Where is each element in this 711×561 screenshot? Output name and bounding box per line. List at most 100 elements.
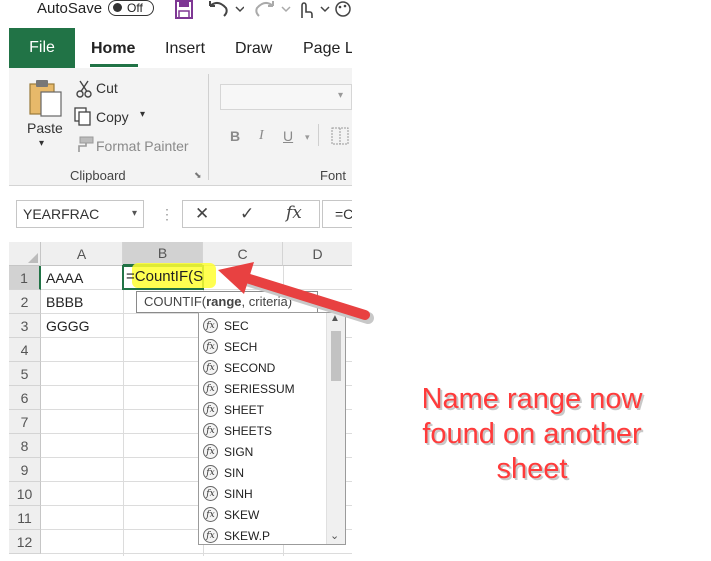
autocomplete-item-label: SIGN: [224, 444, 254, 459]
borders-icon[interactable]: [330, 127, 352, 145]
function-icon: fx: [203, 486, 218, 501]
bold-button[interactable]: B: [230, 128, 240, 144]
cell-b1-editing[interactable]: =CountIF(S: [126, 268, 203, 285]
cut-icon[interactable]: [75, 80, 93, 98]
font-group-label: Font: [320, 168, 347, 183]
paste-dropdown-icon[interactable]: ▾: [39, 138, 44, 149]
autocomplete-item[interactable]: fx SECOND: [203, 357, 323, 378]
cut-label[interactable]: Cut: [96, 80, 118, 96]
paste-label[interactable]: Paste: [27, 120, 63, 136]
row-header-7[interactable]: 7: [9, 410, 41, 434]
autocomplete-item-label: SERIESSUM: [224, 381, 295, 396]
cell-b1-formula: CountIF(S: [134, 268, 204, 285]
copy-icon[interactable]: [74, 107, 92, 127]
font-name-dropdown[interactable]: [220, 84, 352, 110]
row-header-11[interactable]: 11: [9, 506, 41, 530]
cell-a2[interactable]: BBBB: [46, 294, 83, 310]
autocomplete-item-label: SKEW: [224, 507, 260, 522]
autocomplete-item-label: SHEET: [224, 402, 265, 417]
font-separator: [318, 124, 319, 146]
undo-icon[interactable]: [206, 0, 244, 20]
clipboard-group-label: Clipboard: [70, 168, 126, 183]
row-header-4[interactable]: 4: [9, 338, 41, 362]
autocomplete-item-label: SHEETS: [224, 423, 273, 438]
tab-home-indicator: [90, 64, 138, 67]
tab-home[interactable]: Home: [91, 40, 135, 58]
autocomplete-item[interactable]: fx SHEET: [203, 399, 323, 420]
autocomplete-item-label: SKEW.P: [224, 528, 271, 543]
save-icon[interactable]: [174, 0, 194, 20]
row-header-12[interactable]: 12: [9, 530, 41, 554]
font-dropdown-icon[interactable]: ▾: [338, 90, 343, 101]
function-icon: fx: [203, 402, 218, 417]
autocomplete-item[interactable]: fx SIGN: [203, 441, 323, 462]
italic-button[interactable]: I: [259, 128, 264, 144]
format-painter-label[interactable]: Format Painter: [96, 138, 189, 154]
autocomplete-item[interactable]: fx SIN: [203, 462, 323, 483]
tab-file[interactable]: File: [9, 28, 75, 68]
function-icon: fx: [203, 423, 218, 438]
gridline: [123, 266, 124, 556]
cell-a1[interactable]: AAAA: [46, 270, 83, 286]
row-header-10[interactable]: 10: [9, 482, 41, 506]
autocomplete-scrollbar[interactable]: ▲ ⌄: [326, 313, 345, 544]
autocomplete-item[interactable]: fx SKEW: [203, 504, 323, 525]
function-icon: fx: [203, 528, 218, 543]
copy-dropdown-icon[interactable]: ▾: [140, 109, 145, 120]
group-separator: [208, 74, 209, 180]
autocomplete-item-label: SECH: [224, 339, 258, 354]
copy-label[interactable]: Copy: [96, 109, 129, 125]
name-box-dropdown-icon[interactable]: ▾: [132, 208, 137, 219]
underline-button[interactable]: U: [283, 128, 293, 144]
name-box[interactable]: YEARFRAC ▾: [16, 200, 144, 228]
row-header-9[interactable]: 9: [9, 458, 41, 482]
format-painter-icon[interactable]: [74, 136, 94, 154]
row-header-2[interactable]: 2: [9, 290, 41, 314]
touch-mode-icon[interactable]: [296, 0, 332, 20]
annotation-line-3: sheet: [496, 453, 568, 485]
autocomplete-item-label: SECOND: [224, 360, 276, 375]
autocomplete-item[interactable]: fx SECH: [203, 336, 323, 357]
row-header-5[interactable]: 5: [9, 362, 41, 386]
scroll-down-icon[interactable]: ⌄: [330, 529, 339, 542]
annotation-arrow: [218, 262, 374, 324]
annotation-line-1: Name range now: [421, 383, 643, 415]
autosave-label: AutoSave: [37, 0, 103, 17]
select-all-corner[interactable]: [9, 242, 41, 266]
autocomplete-item-label: SINH: [224, 486, 253, 501]
cancel-icon[interactable]: ✕: [195, 204, 209, 224]
function-icon: fx: [203, 507, 218, 522]
autosave-toggle[interactable]: Off: [108, 0, 154, 16]
underline-dropdown-icon[interactable]: ▾: [305, 132, 310, 143]
scrollbar-thumb[interactable]: [331, 331, 341, 381]
autocomplete-item[interactable]: fx SERIESSUM: [203, 378, 323, 399]
autosave-state: Off: [127, 1, 143, 15]
tab-draw[interactable]: Draw: [235, 40, 272, 58]
cell-a3[interactable]: GGGG: [46, 318, 90, 334]
column-header-a[interactable]: A: [41, 242, 123, 266]
row-header-6[interactable]: 6: [9, 386, 41, 410]
tab-insert[interactable]: Insert: [165, 40, 205, 58]
autocomplete-item[interactable]: fx SHEETS: [203, 420, 323, 441]
clipboard-launcher-icon[interactable]: ⬊: [194, 170, 202, 181]
row-header-8[interactable]: 8: [9, 434, 41, 458]
enter-icon[interactable]: ✓: [240, 204, 254, 224]
function-autocomplete-list[interactable]: fx SEC fx SECH fx SECOND fx SERIESSUM fx SHEE…: [198, 312, 346, 545]
redo-icon[interactable]: [253, 0, 291, 20]
insert-function-icon[interactable]: fx: [286, 203, 302, 223]
function-icon: fx: [203, 339, 218, 354]
name-box-value: YEARFRAC: [23, 206, 100, 222]
paste-icon[interactable]: [27, 78, 65, 118]
formula-text: =C: [335, 206, 354, 222]
row-header-3[interactable]: 3: [9, 314, 41, 338]
autocomplete-item[interactable]: fx SKEW.P: [203, 525, 323, 546]
formula-buttons: ✕ ✓ fx: [182, 200, 320, 228]
formula-bar-grip-icon[interactable]: ⋮: [160, 206, 174, 223]
row-header-1[interactable]: 1: [9, 266, 41, 290]
tab-page-layout[interactable]: Page L: [303, 40, 354, 58]
function-icon: fx: [203, 465, 218, 480]
autocomplete-item[interactable]: fx SINH: [203, 483, 323, 504]
paint-icon[interactable]: [334, 0, 352, 20]
autocomplete-item-label: SIN: [224, 465, 245, 480]
tooltip-func: COUNTIF(: [144, 294, 207, 309]
